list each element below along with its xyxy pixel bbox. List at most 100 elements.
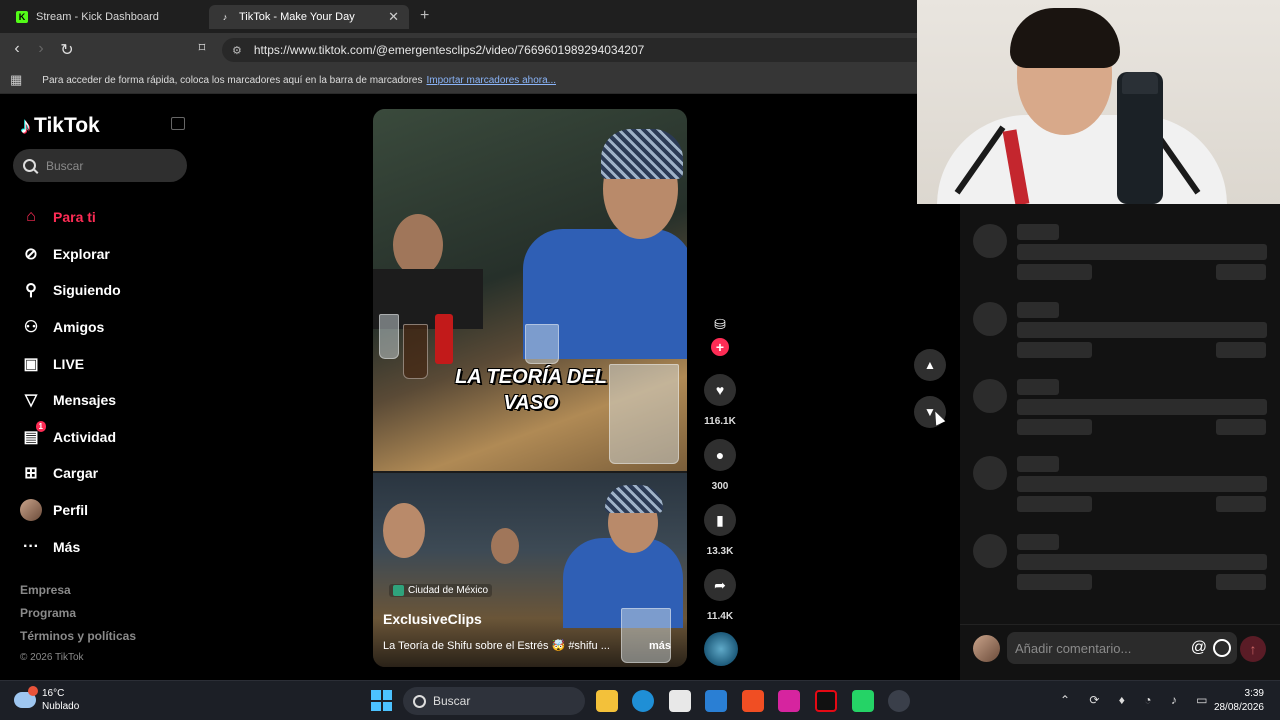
comment-composer: Añadir comentario... @ ↑ (960, 624, 1280, 676)
heart-icon: ♥ (715, 382, 725, 398)
mention-icon[interactable]: @ (1191, 639, 1207, 657)
tab-kick-dashboard[interactable]: K Stream - Kick Dashboard (6, 5, 206, 29)
comment-button[interactable]: ● (704, 439, 736, 471)
brave-icon[interactable] (742, 690, 764, 712)
clock[interactable]: 3:39 28/08/2026 (1208, 687, 1264, 715)
tiktok-note-icon: ♪ (20, 113, 31, 138)
site-info-icon[interactable]: ⚙ (232, 44, 242, 57)
sidebar-item-cargar[interactable]: ⊞ Cargar (20, 455, 121, 492)
location-tag[interactable]: Ciudad de México (389, 584, 493, 597)
instagram-icon[interactable] (778, 690, 800, 712)
back-icon[interactable]: ‹ (7, 40, 27, 58)
close-tab-icon[interactable]: ✕ (388, 9, 399, 25)
new-tab-icon[interactable]: + (420, 7, 429, 25)
save-button[interactable]: ▮ (704, 504, 736, 536)
outlook-icon[interactable] (705, 690, 727, 712)
whatsapp-icon[interactable] (852, 690, 874, 712)
footer-link-empresa[interactable]: Empresa (20, 583, 136, 606)
compass-icon: ⊘ (24, 245, 38, 263)
sidebar-item-mensajes[interactable]: ▽ Mensajes (20, 382, 121, 419)
import-bookmarks-link[interactable]: Importar marcadores ahora... (427, 75, 557, 86)
forward-icon[interactable]: › (31, 40, 51, 58)
share-button[interactable]: ➦ (704, 569, 736, 601)
tab-tiktok[interactable]: ♪ TikTok - Make Your Day ✕ (209, 5, 409, 29)
follow-button[interactable]: + (711, 338, 729, 356)
comment-skeleton (960, 514, 1280, 590)
apps-grid-icon[interactable]: ▦ (10, 72, 22, 88)
footer-link-terminos[interactable]: Términos y políticas (20, 629, 136, 652)
system-tray[interactable]: ⌃ ⟳ ♦ ◔ ♪ ▭ (1060, 693, 1216, 707)
tiktok-logo[interactable]: ♪ TikTok (20, 113, 100, 139)
notification-badge: 1 (35, 420, 46, 432)
url-field[interactable]: ⚙ https://www.tiktok.com/@emergentesclip… (222, 38, 917, 62)
search-input[interactable]: Buscar (13, 149, 187, 182)
activity-icon: ▤ 1 (20, 420, 46, 448)
creator-avatar[interactable]: ⛁ (708, 316, 732, 340)
taskbar-search[interactable]: Buscar (403, 687, 585, 715)
messages-icon: ▽ (24, 392, 38, 410)
music-disc-icon[interactable] (704, 632, 738, 666)
like-button[interactable]: ♥ (704, 374, 736, 406)
video-author[interactable]: ExclusiveClips (383, 611, 482, 627)
temperature: 16°C (42, 688, 65, 699)
comment-skeleton (960, 436, 1280, 512)
sidebar-item-amigos[interactable]: ⚇ Amigos (20, 309, 121, 346)
sidebar-item-para-ti[interactable]: ⌂ Para ti (20, 199, 121, 236)
like-count: 116.1K (704, 416, 736, 427)
bookmark-icon: ▮ (716, 511, 724, 528)
footer-link-programa[interactable]: Programa (20, 606, 136, 629)
comment-input[interactable]: Añadir comentario... @ (1007, 632, 1237, 664)
sidebar-item-label: Mensajes (53, 392, 117, 409)
bookmark-icon[interactable]: ⌑ (192, 40, 212, 56)
sidebar-item-label: Amigos (53, 319, 105, 336)
kick-icon: K (16, 11, 28, 23)
previous-video-button[interactable]: ▲ (914, 349, 946, 381)
sidebar-item-label: Cargar (53, 465, 99, 482)
home-icon: ⌂ (26, 208, 36, 226)
caption-more-link[interactable]: más (649, 640, 671, 652)
sidebar-item-label: Para ti (53, 209, 96, 226)
reload-icon[interactable]: ↻ (57, 40, 77, 60)
location-text: Ciudad de México (408, 585, 489, 596)
sidebar-item-perfil[interactable]: Perfil (20, 492, 121, 529)
tab-title: Stream - Kick Dashboard (36, 11, 159, 23)
windows-start-icon[interactable] (371, 690, 392, 711)
weather-condition: Nublado (42, 701, 80, 712)
sidebar-item-label: Siguiendo (53, 282, 121, 299)
sidebar-item-mas[interactable]: ··· Más (20, 528, 121, 565)
file-explorer-icon[interactable] (596, 690, 618, 712)
weather-widget[interactable]: 16°C Nublado (14, 686, 80, 713)
video-overlay-title: LA TEORÍA DEL VASO (455, 366, 607, 414)
more-icon: ··· (23, 537, 39, 555)
sidebar-item-actividad[interactable]: ▤ 1 Actividad (20, 419, 121, 456)
search-placeholder: Buscar (46, 158, 84, 173)
video-frame-bottom (373, 473, 687, 667)
share-icon: ➦ (714, 576, 726, 593)
send-comment-button[interactable]: ↑ (1240, 636, 1266, 662)
url-text: https://www.tiktok.com/@emergentesclips2… (253, 43, 645, 57)
collapse-sidebar-icon[interactable] (171, 117, 185, 130)
sidebar-item-label: Actividad (53, 428, 117, 445)
time: 3:39 (1244, 688, 1264, 699)
tab-title: TikTok - Make Your Day (239, 11, 355, 23)
following-icon: ⚲ (25, 282, 37, 300)
video-player[interactable]: LA TEORÍA DEL VASO Ciudad de México Excl… (373, 109, 687, 667)
edge-icon[interactable] (632, 690, 654, 712)
logo-text: TikTok (34, 114, 100, 137)
sidebar-item-siguiendo[interactable]: ⚲ Siguiendo (20, 272, 121, 309)
sidebar-item-explorar[interactable]: ⊘ Explorar (20, 236, 121, 273)
copyright: © 2026 TikTok (20, 652, 84, 663)
store-icon[interactable] (669, 690, 691, 712)
taskbar-search-text: Buscar (433, 694, 471, 708)
netflix-icon[interactable] (815, 690, 837, 712)
sidebar-footer: Empresa Programa Términos y políticas © … (20, 583, 136, 675)
video-frame-top (373, 109, 687, 471)
tiktok-sidebar: ♪ TikTok Buscar ⌂ Para ti ⊘ Explorar ⚲ S… (0, 95, 200, 680)
emoji-icon[interactable] (1213, 639, 1231, 657)
app-icon[interactable] (888, 690, 910, 712)
live-icon: ▣ (23, 355, 39, 373)
tiktok-icon: ♪ (222, 12, 228, 22)
video-caption: La Teoría de Shifu sobre el Estrés 🤯 #sh… (383, 640, 610, 652)
comments-panel: Añadir comentario... @ ↑ (960, 204, 1280, 680)
sidebar-item-live[interactable]: ▣ LIVE (20, 345, 121, 382)
